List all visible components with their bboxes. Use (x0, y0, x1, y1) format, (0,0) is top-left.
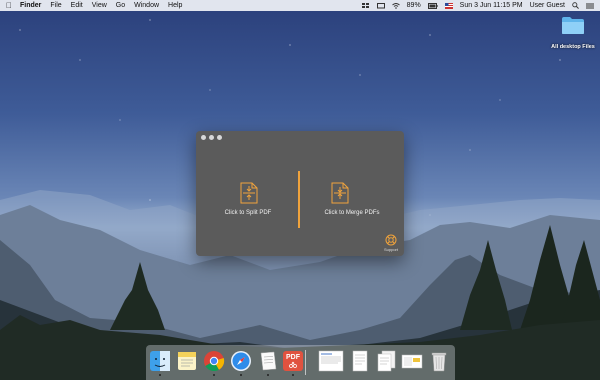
notes-icon (178, 352, 196, 370)
dock-document-stack[interactable] (375, 350, 397, 372)
dock-document-preview[interactable] (318, 350, 344, 372)
menu-help[interactable]: Help (168, 2, 182, 9)
running-indicator (159, 374, 161, 376)
dock-trash[interactable] (428, 350, 450, 372)
battery-icon[interactable] (427, 2, 438, 9)
folder-icon (562, 17, 584, 34)
split-pdf-button[interactable]: Click to Split PDF (196, 131, 300, 256)
flag-icon[interactable] (444, 2, 453, 9)
running-indicator (240, 374, 242, 376)
merge-pdf-icon (331, 182, 349, 204)
running-indicator (267, 374, 269, 376)
split-pdf-icon (240, 182, 258, 204)
menubar-user[interactable]: User Guest (530, 2, 565, 9)
menu-app-name[interactable]: Finder (20, 2, 41, 9)
menu-go[interactable]: Go (116, 2, 125, 9)
dock-pdf-app[interactable]: PDF (282, 350, 304, 376)
battery-percent: 89% (406, 2, 421, 9)
safari-compass-icon (231, 351, 251, 371)
spotlight-search-icon[interactable] (572, 2, 579, 9)
wifi-icon[interactable] (391, 2, 400, 9)
notification-center-icon[interactable] (586, 3, 594, 9)
support-button[interactable]: Support (384, 234, 398, 252)
dock-document[interactable] (349, 350, 371, 372)
running-indicator (213, 374, 215, 376)
pdf-splitter-window: Click to Split PDF Click to Merge PDFs S… (196, 131, 404, 256)
split-pdf-label: Click to Split PDF (224, 210, 272, 216)
document-preview-icon (318, 350, 344, 372)
menu-edit[interactable]: Edit (71, 2, 83, 9)
finder-icon (150, 351, 170, 371)
document-pages-icon (401, 354, 423, 369)
menubar-clock[interactable]: Sun 3 Jun 11:15 PM (460, 2, 523, 9)
dock: PDF (146, 345, 455, 380)
status-grid-icon[interactable] (361, 2, 370, 9)
dock-notes[interactable] (176, 350, 198, 372)
merge-pdfs-label: Click to Merge PDFs (324, 210, 380, 216)
menu-window[interactable]: Window (134, 2, 159, 9)
desktop-folder[interactable]: All desktop Files (549, 16, 597, 50)
document-icon (352, 350, 368, 372)
dock-document-pages[interactable] (401, 350, 423, 372)
display-icon[interactable] (376, 2, 385, 9)
menu-view[interactable]: View (92, 2, 107, 9)
folder-label: All desktop Files (551, 44, 595, 50)
dock-chrome[interactable] (203, 350, 225, 376)
dock-separator (305, 350, 306, 375)
dock-safari[interactable] (230, 350, 252, 376)
menu-bar:  Finder File Edit View Go Window Help 8… (0, 0, 600, 11)
menu-file[interactable]: File (50, 2, 61, 9)
text-document-icon (260, 351, 277, 371)
apple-menu-icon[interactable]:  (6, 1, 12, 10)
support-label: Support (383, 247, 398, 252)
running-indicator (292, 374, 294, 376)
trash-icon (431, 352, 447, 372)
lifebuoy-icon (385, 234, 397, 246)
scissors-icon (289, 361, 297, 368)
dock-text-document[interactable] (257, 350, 279, 376)
document-stack-icon (377, 350, 396, 372)
dock-finder[interactable] (149, 350, 171, 376)
chrome-icon (204, 351, 225, 372)
